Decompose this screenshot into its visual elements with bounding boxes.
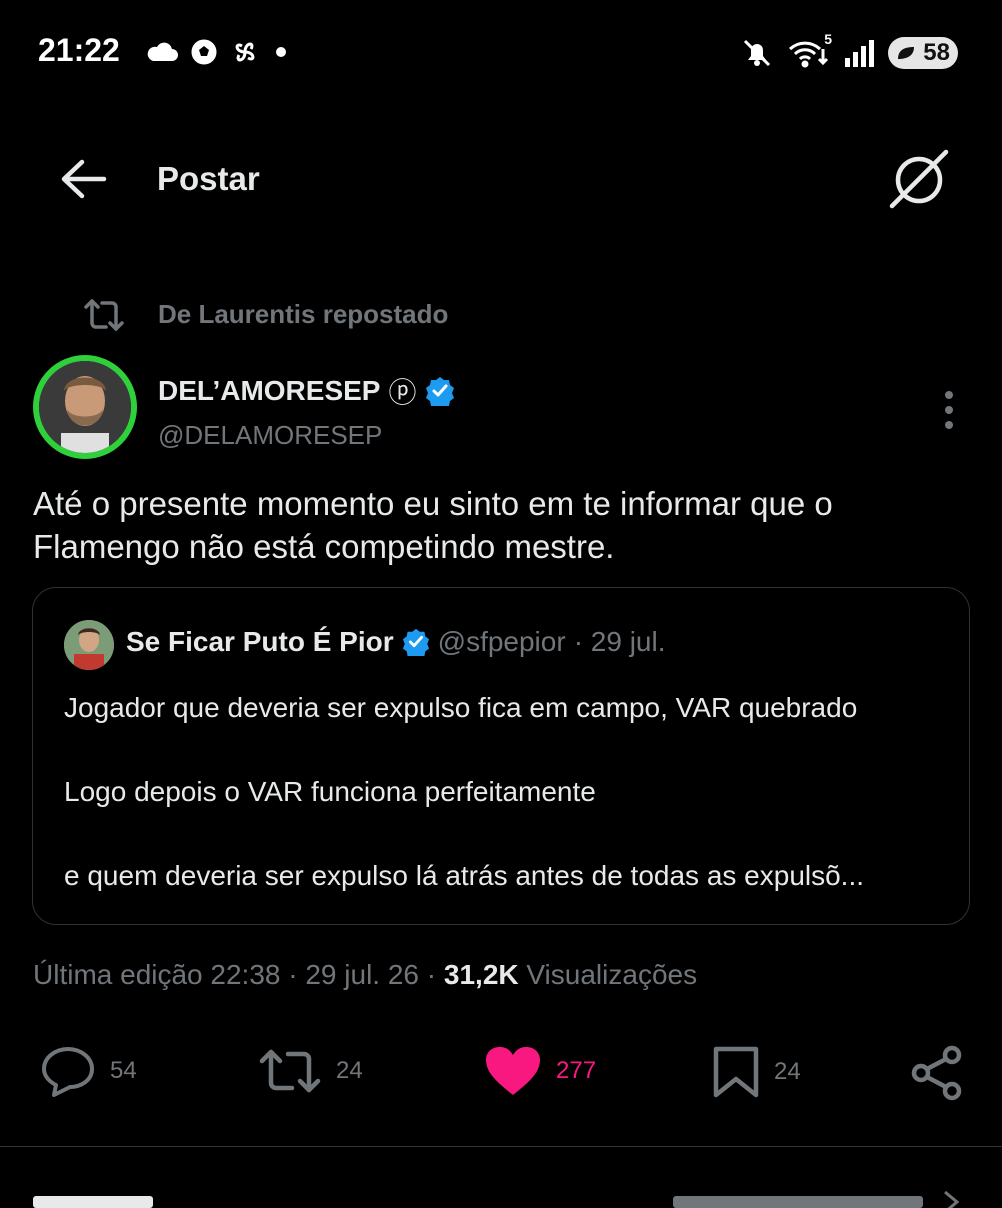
repost-indicator-icon <box>82 295 126 335</box>
quote-date: · 29 jul. <box>573 626 666 657</box>
reply-count: 54 <box>110 1057 137 1084</box>
quote-author-handle: @sfpepior <box>437 626 566 657</box>
cloud-icon <box>145 40 179 64</box>
soccer-ball-icon <box>189 37 219 67</box>
more-options-button[interactable] <box>936 388 962 432</box>
verified-icon <box>425 376 455 406</box>
mute-icon <box>740 36 774 70</box>
reply-button[interactable]: 54 <box>40 1045 137 1097</box>
status-left-icons <box>145 36 291 68</box>
like-count: 277 <box>556 1057 597 1084</box>
partially-visible-row <box>33 1188 973 1208</box>
quote-header: Se Ficar Puto É Pior @sfpepior · 29 jul. <box>126 626 666 658</box>
quote-avatar <box>64 620 114 670</box>
battery-level: 58 <box>923 39 950 66</box>
battery-saver-icon <box>896 45 916 61</box>
quoted-tweet[interactable]: Se Ficar Puto É Pior @sfpepior · 29 jul.… <box>32 587 970 925</box>
more-vertical-icon <box>936 388 962 432</box>
page-title: Postar <box>157 160 260 197</box>
pinwheel-icon <box>229 36 261 68</box>
author-name: DEL’AMORESEP <box>158 375 381 406</box>
status-right-icons: 5 58 <box>740 31 958 70</box>
quote-text-line: e quem deveria ser expulso lá atrás ante… <box>64 860 865 891</box>
arrow-left-icon <box>58 156 110 202</box>
grok-icon <box>886 148 952 212</box>
author-handle[interactable]: @DELAMORESEP <box>158 420 382 451</box>
reply-icon <box>40 1045 96 1097</box>
quote-author-name: Se Ficar Puto É Pior <box>126 626 394 657</box>
repost-button[interactable]: 24 <box>258 1045 363 1097</box>
wifi-badge: 5 <box>824 31 832 47</box>
bookmark-icon <box>712 1045 760 1099</box>
views-label: Visualizações <box>526 959 698 990</box>
parody-badge: ⓟ <box>388 377 417 408</box>
status-time: 21:22 <box>38 32 120 68</box>
tweet-text-line: Até o presente momento eu sinto em te in… <box>33 485 833 522</box>
tweet-meta: Última edição 22:38 · 29 jul. 26 · 31,2K… <box>33 959 697 991</box>
signal-icon <box>844 38 874 68</box>
avatar[interactable] <box>33 355 137 459</box>
repost-icon <box>258 1045 322 1097</box>
author-name-row[interactable]: DEL’AMORESEP ⓟ <box>158 371 455 411</box>
bookmark-count: 24 <box>774 1058 801 1085</box>
share-icon <box>910 1045 964 1101</box>
quote-text-line: Logo depois o VAR funciona perfeitamente <box>64 776 596 807</box>
repost-label[interactable]: De Laurentis repostado <box>158 299 448 330</box>
repost-count: 24 <box>336 1057 363 1084</box>
share-button[interactable] <box>910 1045 964 1101</box>
battery-indicator: 58 <box>888 37 958 69</box>
tweet-text: Até o presente momento eu sinto em te in… <box>33 482 963 568</box>
edit-timestamp[interactable]: Última edição 22:38 · 29 jul. 26 · <box>33 959 436 990</box>
avatar-image <box>39 361 131 453</box>
back-button[interactable] <box>58 156 110 202</box>
divider <box>0 1146 1002 1147</box>
bookmark-button[interactable]: 24 <box>712 1045 801 1099</box>
heart-icon <box>484 1045 542 1097</box>
views-count: 31,2K <box>443 959 519 990</box>
grok-button[interactable] <box>886 148 952 212</box>
quote-text-line: Jogador que deveria ser expulso fica em … <box>64 692 858 723</box>
dot-icon <box>271 42 291 62</box>
like-button[interactable]: 277 <box>484 1045 596 1097</box>
tweet-text-line: Flamengo não está competindo mestre. <box>33 528 615 565</box>
wifi-icon: 5 <box>788 31 832 69</box>
verified-icon <box>402 628 430 656</box>
